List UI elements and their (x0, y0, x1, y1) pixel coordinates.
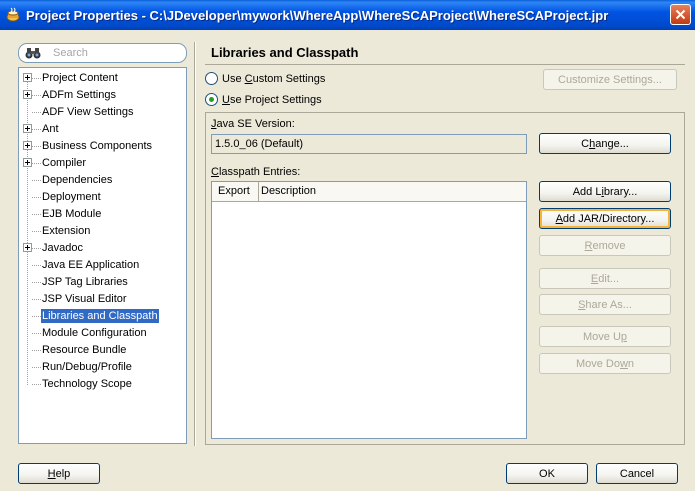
tree-item[interactable]: JSP Visual Editor (19, 291, 186, 307)
table-header: Export Description (212, 182, 526, 202)
java-se-version-field: 1.5.0_06 (Default) (211, 134, 527, 154)
radio-label: Use Custom Settings (222, 72, 326, 85)
close-window-button[interactable] (670, 4, 691, 25)
close-icon (675, 9, 686, 20)
tree-connector (32, 197, 41, 198)
cancel-button[interactable]: Cancel (596, 463, 678, 484)
expand-plus-icon[interactable] (23, 141, 32, 150)
panel-splitter[interactable] (194, 42, 196, 446)
classpath-entries-label: Classpath Entries: (211, 166, 301, 178)
tree-item[interactable]: Technology Scope (19, 376, 186, 392)
tree-item[interactable]: Java EE Application (19, 257, 186, 273)
window-title: Project Properties - C:\JDeveloper\mywor… (26, 7, 609, 23)
tree-item-label: Extension (42, 225, 91, 237)
tree-connector (32, 350, 41, 351)
tree-item[interactable]: Ant (19, 121, 186, 137)
column-header-description[interactable]: Description (259, 182, 526, 201)
edit-button[interactable]: Edit... (539, 268, 671, 289)
expand-plus-icon[interactable] (23, 73, 32, 82)
tree-connector (32, 163, 41, 164)
tree-item-label: Ant (42, 123, 59, 135)
search-box[interactable] (18, 43, 187, 63)
tree-item-label: ADF View Settings (42, 106, 134, 118)
radio-circle-checked[interactable] (205, 93, 218, 106)
title-bar: Project Properties - C:\JDeveloper\mywor… (0, 0, 695, 30)
tree-connector (32, 299, 41, 300)
tree-item-label: JSP Visual Editor (42, 293, 127, 305)
move-down-button[interactable]: Move Do w n (539, 353, 671, 374)
expand-plus-icon[interactable] (23, 243, 32, 252)
tree-item-label: ADFm Settings (42, 89, 116, 101)
tree-connector (32, 265, 41, 266)
tree-item-label: Compiler (42, 157, 87, 169)
tree-item-label: Project Content (42, 72, 118, 84)
use-custom-settings-radio[interactable]: Use Custom Settings (205, 72, 325, 85)
tree-item[interactable]: Module Configuration (19, 325, 186, 341)
tree-connector (32, 248, 41, 249)
tree-item-label: Run/Debug/Profile (42, 361, 132, 373)
category-tree: Project Content ADFm Settings ADF View Set… (18, 67, 187, 444)
column-header-export[interactable]: Export (212, 182, 259, 201)
tree-item-label: Resource Bundle (42, 344, 127, 356)
tree-item-label: Technology Scope (42, 378, 132, 390)
tree-connector (32, 333, 41, 334)
expand-plus-icon[interactable] (23, 158, 32, 167)
tree-connector (32, 112, 41, 113)
customize-settings-button[interactable]: Customize Settings... (543, 69, 677, 90)
tree-item-label: Module Configuration (42, 327, 147, 339)
tree-connector (32, 78, 41, 79)
add-jar-directory-button[interactable]: Add JAR/Directory... (539, 208, 671, 229)
java-se-version-label: Java SE Version: (211, 118, 295, 130)
search-input[interactable] (51, 46, 171, 60)
tree-item-label: Deployment (42, 191, 101, 203)
tree-item[interactable]: ADF View Settings (19, 104, 186, 120)
remove-button[interactable]: Remove (539, 235, 671, 256)
tree-item[interactable]: JSP Tag Libraries (19, 274, 186, 290)
tree-item[interactable]: Business Components (19, 138, 186, 154)
tree-connector (32, 316, 41, 317)
tree-connector (32, 146, 41, 147)
tree-item-label: Dependencies (42, 174, 113, 186)
classpath-entries-table[interactable]: Export Description (211, 181, 527, 439)
change-button[interactable]: Ch ange... (539, 133, 671, 154)
tree-item[interactable]: Extension (19, 223, 186, 239)
tree-item[interactable]: Project Content (19, 70, 186, 86)
tree-item-label: Java EE Application (42, 259, 140, 271)
tree-item[interactable]: Compiler (19, 155, 186, 171)
tree-item[interactable]: Dependencies (19, 172, 186, 188)
tree-connector (32, 231, 41, 232)
tree-item[interactable]: Resource Bundle (19, 342, 186, 358)
tree-connector (32, 129, 41, 130)
tree-item-label: Business Components (42, 140, 153, 152)
tree-connector (32, 95, 41, 96)
tree-connector (32, 367, 41, 368)
tree-item[interactable]: Run/Debug/Profile (19, 359, 186, 375)
tree-item[interactable]: Libraries and Classpath (19, 308, 186, 324)
expand-plus-icon[interactable] (23, 124, 32, 133)
radio-circle[interactable] (205, 72, 218, 85)
tree-item-label: EJB Module (42, 208, 102, 220)
help-button[interactable]: Help (18, 463, 100, 484)
tree-connector (32, 180, 41, 181)
section-title: Libraries and Classpath (205, 44, 685, 65)
app-cup-icon (6, 7, 20, 22)
tree-item-label: JSP Tag Libraries (42, 276, 128, 288)
add-library-button[interactable]: Add Li brary... (539, 181, 671, 202)
tree-connector (32, 384, 41, 385)
tree-connector (32, 282, 41, 283)
ok-button[interactable]: OK (506, 463, 588, 484)
expand-plus-icon[interactable] (23, 90, 32, 99)
tree-connector (32, 214, 41, 215)
move-up-button[interactable]: Move Up (539, 326, 671, 347)
tree-item[interactable]: Deployment (19, 189, 186, 205)
use-project-settings-radio[interactable]: Use Project Settings (205, 93, 322, 106)
radio-label: Use Project Settings (222, 93, 322, 106)
tree-item[interactable]: EJB Module (19, 206, 186, 222)
tree-item[interactable]: ADFm Settings (19, 87, 186, 103)
tree-item-label: Libraries and Classpath (41, 309, 159, 323)
binoculars-icon (25, 48, 41, 59)
tree-item-label: Javadoc (42, 242, 83, 254)
tree-item[interactable]: Javadoc (19, 240, 186, 256)
share-as-button[interactable]: Share As... (539, 294, 671, 315)
